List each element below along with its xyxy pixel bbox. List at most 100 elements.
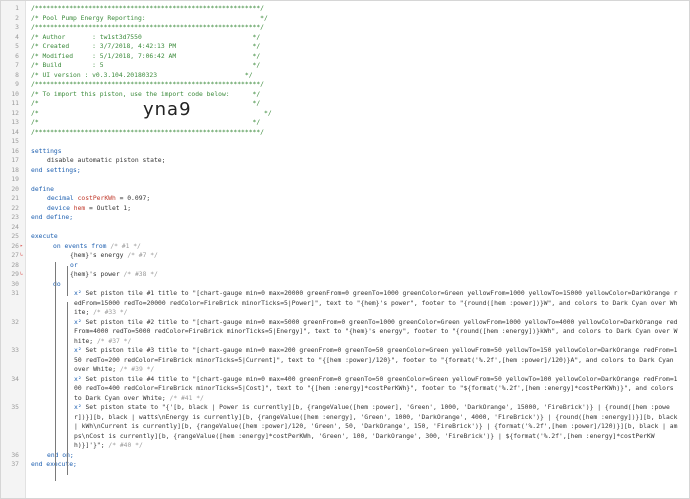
line-number: 37 (11, 461, 19, 469)
line-number: 28 (11, 261, 19, 269)
code-line: 26 ▸ on events from /* #1 */ (1, 242, 689, 252)
line-number: 33 (11, 347, 19, 355)
type-keyword: decimal (47, 195, 74, 203)
code-line: 14 /*************************************… (1, 128, 689, 138)
code-area: 1 /**************************************… (1, 4, 689, 470)
event-text: {hem}'s energy (70, 252, 124, 260)
line-number: 3 (15, 24, 19, 32)
comment: /* Build : 5 */ (31, 62, 261, 70)
statement-text: Set piston tile #4 title to "[chart-gaug… (74, 375, 678, 402)
line-number: 13 (11, 119, 19, 127)
statement-id: /* #38 */ (123, 271, 158, 279)
indent-guide (67, 266, 68, 296)
code-line: 20 define (1, 185, 689, 195)
code-line: 33 x² Set piston tile #3 title to "[chart… (1, 346, 689, 375)
execute-keyword: execute (31, 233, 58, 241)
device-declaration[interactable]: device hem = Outlet 1; (47, 204, 681, 214)
or-keyword: or (70, 261, 78, 269)
code-line: 27 ↳ {hem}'s energy /* #7 */ (1, 251, 689, 261)
line-number: 25 (11, 233, 19, 241)
code-line: 15 (1, 137, 689, 147)
comment: /* Author : tw1st3d7550 */ (31, 33, 261, 41)
comment-start: /* (31, 109, 39, 117)
line-number: 31 (11, 290, 19, 298)
set-tile-4-statement[interactable]: x² Set piston tile #4 title to "[chart-g… (74, 375, 681, 404)
code-line: 7 /* Build : 5 */ (1, 61, 689, 71)
line-number: 29 (11, 271, 19, 279)
end-on-keyword: end on; (47, 451, 74, 459)
statement-text: Set piston tile #1 title to "[chart-gaug… (74, 290, 678, 317)
set-tile-1-statement[interactable]: x² Set piston tile #1 title to "[chart-g… (74, 289, 681, 318)
trace-icon: ↳ (20, 252, 24, 259)
code-line: 2 /* Pool Pump Energy Reporting: */ (1, 14, 689, 24)
device-value: = Outlet 1; (85, 204, 132, 212)
code-line: 37 end execute; (1, 460, 689, 470)
event-condition[interactable]: {hem}'s energy /* #7 */ (70, 251, 681, 261)
statement-id: /* #1 */ (110, 242, 141, 250)
code-line: 11 /* */ (1, 99, 689, 109)
variable-declaration[interactable]: decimal costPerKWh = 0.097; (47, 194, 681, 204)
statement-id: /* #37 */ (96, 337, 132, 345)
comment: /* yna9 */ (31, 101, 681, 119)
comment: /* UI version : v0.3.104.20180323 */ (31, 71, 253, 79)
code-line: 16 settings (1, 147, 689, 157)
code-line: 13 /* */ (1, 118, 689, 128)
statement-text: Set piston state to "{'[b, black | Power… (74, 404, 682, 450)
line-number: 27 (11, 252, 19, 260)
line-number: 5 (15, 43, 19, 51)
code-line: 32 x² Set piston tile #2 title to "[chart… (1, 318, 689, 347)
comment: /* Pool Pump Energy Reporting: */ (31, 14, 268, 22)
set-tile-2-statement[interactable]: x² Set piston tile #2 title to "[chart-g… (74, 318, 681, 347)
code-line: 6 /* Modified : 5/1/2018, 7:06:42 AM */ (1, 52, 689, 62)
code-line: 25 execute (1, 232, 689, 242)
statement-id: /* #39 */ (119, 366, 155, 374)
disable-state-setting[interactable]: disable automatic piston state; (47, 156, 681, 166)
comment: /***************************************… (31, 128, 264, 136)
line-number: 19 (11, 176, 19, 184)
expression-icon: x² (74, 347, 82, 355)
line-number: 26 (11, 242, 19, 250)
comment: /* */ (31, 100, 261, 108)
event-condition[interactable]: {hem}'s power /* #38 */ (70, 270, 681, 280)
code-line: 9 /**************************************… (1, 80, 689, 90)
statement-id: /* #7 */ (127, 252, 158, 260)
line-number: 15 (11, 138, 19, 146)
code-line: 24 (1, 223, 689, 233)
line-number: 11 (11, 100, 19, 108)
line-number: 34 (11, 375, 19, 383)
code-line: 36 end on; (1, 451, 689, 461)
expression-icon: x² (74, 318, 82, 326)
set-state-statement[interactable]: x² Set piston state to "{'[b, black | Po… (74, 403, 681, 451)
code-line: 1 /**************************************… (1, 4, 689, 14)
line-number: 2 (15, 14, 19, 22)
variable-value: = 0.097; (115, 195, 151, 203)
trace-icon: ▸ (20, 242, 24, 249)
line-number: 1 (15, 5, 19, 12)
statement-text: Set piston tile #3 title to "[chart-gaug… (74, 347, 678, 374)
code-line: 10 /* To import this piston, use the impo… (1, 90, 689, 100)
comment: /***************************************… (31, 24, 264, 32)
set-tile-3-statement[interactable]: x² Set piston tile #3 title to "[chart-g… (74, 346, 681, 375)
code-line: 34 x² Set piston tile #4 title to "[chart… (1, 375, 689, 404)
code-line: 8 /* UI version : v0.3.104.20180323 */ (1, 71, 689, 81)
do-keyword: do (53, 280, 61, 288)
code-line: 22 device hem = Outlet 1; (1, 204, 689, 214)
comment: /* Created : 3/7/2018, 4:42:13 PM */ (31, 43, 261, 51)
line-number: 4 (15, 33, 19, 41)
statement-id: /* #41 */ (169, 394, 204, 402)
line-number: 17 (11, 157, 19, 165)
import-code[interactable]: yna9 (143, 101, 192, 118)
on-events-keyword: on events from (53, 242, 107, 250)
line-number: 30 (11, 280, 19, 288)
code-line: 31 x² Set piston tile #1 title to "[chart… (1, 289, 689, 318)
comment: /***************************************… (31, 81, 264, 89)
on-events-statement[interactable]: on events from /* #1 */ (53, 242, 681, 252)
comment-end: */ (264, 109, 272, 117)
trace-icon: ↳ (20, 271, 24, 278)
expression-icon: x² (74, 404, 82, 412)
event-text: {hem}'s power (70, 271, 120, 279)
comment: /* To import this piston, use the import… (31, 90, 261, 98)
code-line: 18 end settings; (1, 166, 689, 176)
line-number: 36 (11, 451, 19, 459)
code-line: 30 do (1, 280, 689, 290)
